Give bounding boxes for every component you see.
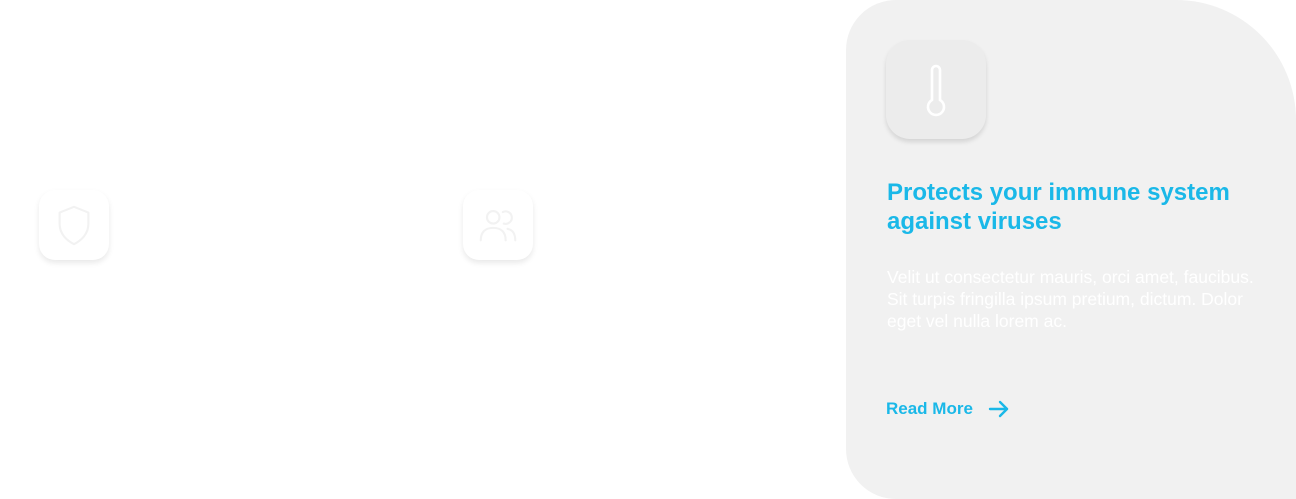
users-icon [479,210,517,242]
read-more-label: Read More [886,399,973,418]
arrow-right-icon [988,400,1009,418]
feature-icon-tile-users [463,190,533,260]
feature-icon-tile-shield [39,190,109,260]
card-title: Protects your immune system against viru… [887,179,1230,235]
thermometer-icon [926,64,946,116]
card-description-line: Sit turpis fringilla ipsum pretium, dict… [887,289,1243,331]
card-icon-tile [886,40,986,139]
card-description: Velit ut consectetur mauris, orci amet, … [887,266,1257,332]
shield-icon [58,205,90,246]
feature-card-immune: Protects your immune system against viru… [846,0,1296,499]
card-description-line: Velit ut consectetur mauris, orci amet, … [887,267,1254,287]
read-more-link[interactable]: Read More [886,397,1011,421]
